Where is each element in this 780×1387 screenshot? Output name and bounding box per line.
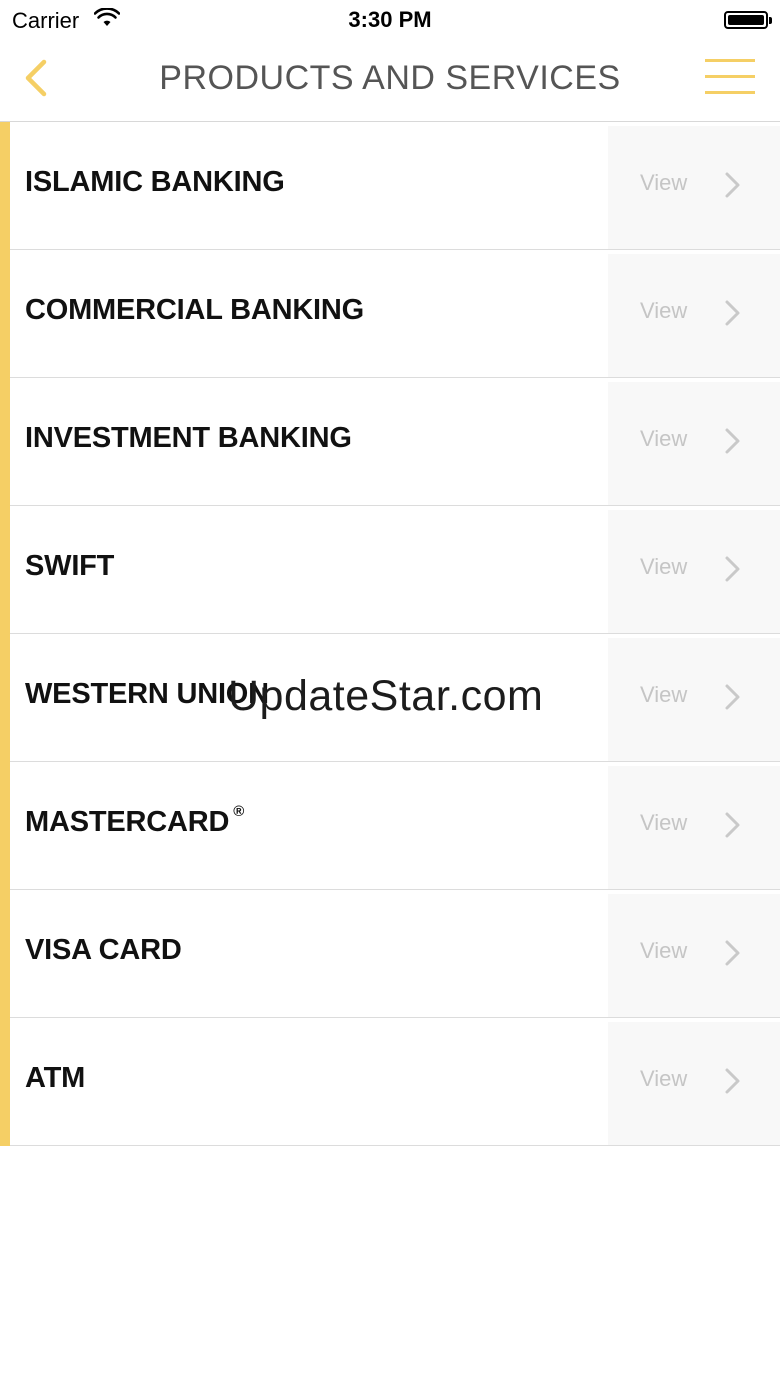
view-label: View xyxy=(640,938,688,963)
accent-bar xyxy=(0,762,10,890)
status-time: 3:30 PM xyxy=(348,7,432,32)
chevron-right-icon xyxy=(725,556,740,582)
list-item[interactable]: SWIFT View xyxy=(0,506,780,634)
menu-button[interactable] xyxy=(700,56,760,100)
view-label: View xyxy=(640,298,688,323)
view-button[interactable]: View xyxy=(608,638,780,761)
list-item[interactable]: ATM View xyxy=(0,1018,780,1146)
list-item-label: SWIFT xyxy=(25,550,115,582)
accent-bar xyxy=(0,122,10,250)
view-button[interactable]: View xyxy=(608,126,780,249)
list-item-label: INVESTMENT BANKING xyxy=(25,422,352,454)
view-label: View xyxy=(640,1066,688,1091)
view-button[interactable]: View xyxy=(608,766,780,889)
watermark: UpdateStar.com xyxy=(228,672,544,720)
list-item[interactable]: MASTERCARD ® View xyxy=(0,762,780,890)
hamburger-menu-icon xyxy=(705,59,755,94)
chevron-right-icon xyxy=(725,940,740,966)
accent-bar xyxy=(0,378,10,506)
view-label: View xyxy=(640,682,688,707)
list-item-label: COMMERCIAL BANKING xyxy=(25,294,365,326)
registered-mark: ® xyxy=(233,803,245,820)
accent-bar xyxy=(0,250,10,378)
chevron-right-icon xyxy=(725,300,740,326)
list-item-label: ATM xyxy=(25,1062,86,1094)
view-label: View xyxy=(640,170,688,195)
chevron-right-icon xyxy=(725,172,740,198)
battery-icon xyxy=(724,11,772,29)
list-item[interactable]: INVESTMENT BANKING View xyxy=(0,378,780,506)
divider xyxy=(10,1145,780,1146)
view-button[interactable]: View xyxy=(608,382,780,505)
chevron-right-icon xyxy=(725,428,740,454)
accent-bar xyxy=(0,506,10,634)
accent-bar xyxy=(0,1018,10,1146)
list-item[interactable]: ISLAMIC BANKING View xyxy=(0,122,780,250)
accent-bar xyxy=(0,634,10,762)
view-button[interactable]: View xyxy=(608,894,780,1017)
page-title: PRODUCTS AND SERVICES xyxy=(159,59,621,97)
nav-bar: PRODUCTS AND SERVICES xyxy=(0,40,780,122)
list-item[interactable]: COMMERCIAL BANKING View xyxy=(0,250,780,378)
view-button[interactable]: View xyxy=(608,1022,780,1145)
list-item-label: ISLAMIC BANKING xyxy=(25,166,285,198)
products-list: ISLAMIC BANKING View COMMERCIAL BANKING … xyxy=(0,122,780,1146)
view-label: View xyxy=(640,426,688,451)
chevron-right-icon xyxy=(725,1068,740,1094)
list-item[interactable]: VISA CARD View xyxy=(0,890,780,1018)
chevron-right-icon xyxy=(725,812,740,838)
view-label: View xyxy=(640,810,688,835)
chevron-right-icon xyxy=(725,684,740,710)
accent-bar xyxy=(0,890,10,1018)
list-item-label: VISA CARD xyxy=(25,934,182,966)
status-bar: Carrier 3:30 PM xyxy=(0,0,780,40)
view-button[interactable]: View xyxy=(608,510,780,633)
view-button[interactable]: View xyxy=(608,254,780,377)
view-label: View xyxy=(640,554,688,579)
list-item-label: MASTERCARD ® xyxy=(25,803,245,838)
